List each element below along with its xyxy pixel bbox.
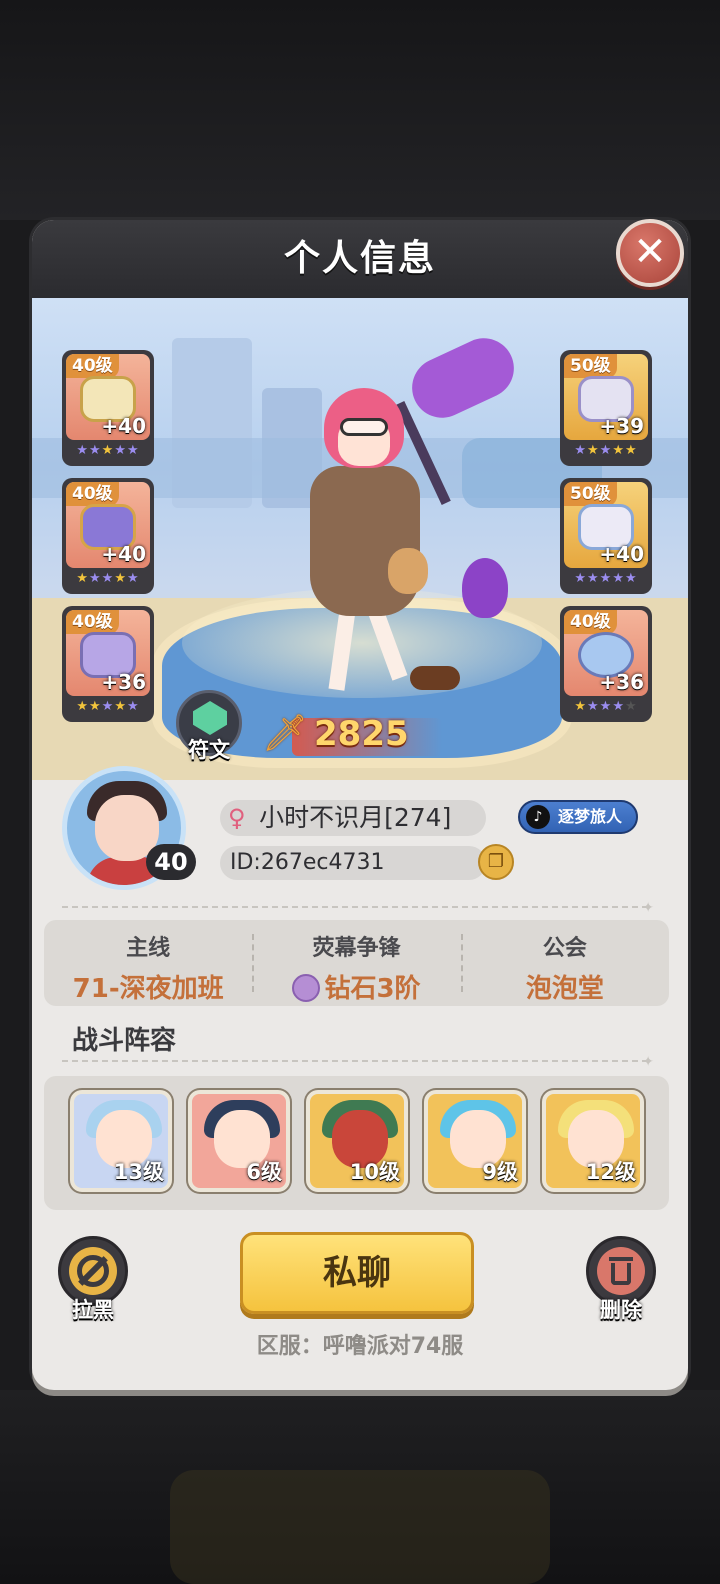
copy-id-button[interactable]: ❐ [478, 844, 514, 880]
backdrop-top [0, 0, 720, 220]
divider: ✦ [62, 1054, 654, 1070]
equipment-slot-pants[interactable]: 50级 +40 ★★★★★ [560, 478, 652, 594]
private-chat-button[interactable]: 私聊 [240, 1232, 474, 1314]
character-model [262, 328, 524, 718]
team-hero-1[interactable]: 13级 [70, 1090, 172, 1192]
delete-label: 删除 [600, 1298, 642, 1322]
team-hero-5[interactable]: 12级 [542, 1090, 644, 1192]
diamond-rank-icon [292, 974, 321, 1002]
backdrop-bottom [0, 1390, 720, 1584]
panel-header: 个人信息 [32, 220, 688, 298]
block-label: 拉黑 [72, 1298, 114, 1322]
stat-guild[interactable]: 公会 泡泡堂 [460, 920, 669, 1006]
server-info: 区服：呼噜派对74服 [256, 1334, 464, 1359]
close-button[interactable]: ✕ [616, 219, 684, 287]
equipment-slot-accessory[interactable]: 40级 +36 ★★★★★ [560, 606, 652, 722]
team-hero-2[interactable]: 6级 [188, 1090, 290, 1192]
stat-arena[interactable]: 荧幕争锋 钻石3阶 [252, 920, 460, 1006]
tiktok-icon: ♪ [526, 805, 550, 829]
copy-icon: ❐ [487, 851, 505, 872]
title-badge[interactable]: ♪ 逐梦旅人 [518, 800, 638, 834]
combat-power: 🗡 2825 [262, 712, 442, 762]
equipment-slot-bracer[interactable]: 40级 +40 ★★★★★ [62, 478, 154, 594]
player-name-field: ♀ 小时不识月[274] [220, 800, 486, 836]
team-hero-4[interactable]: 9级 [424, 1090, 526, 1192]
green-gem-icon [193, 701, 227, 735]
team-title: 战斗阵容 [72, 1026, 177, 1056]
sword-icon: 🗡 [262, 713, 308, 754]
title-badge-label: 逐梦旅人 [558, 807, 623, 826]
player-level: 40 [146, 844, 196, 880]
combat-power-value: 2825 [314, 714, 409, 754]
panel-title: 个人信息 [283, 238, 436, 279]
equipment-slot-jacket[interactable]: 50级 +39 ★★★★★ [560, 350, 652, 466]
female-icon: ♀ [228, 804, 246, 832]
stats-bar: 主线 71-深夜加班 荧幕争锋 钻石3阶 公会 泡泡堂 [44, 920, 669, 1006]
rune-label: 符文 [188, 738, 230, 762]
block-icon [69, 1247, 117, 1295]
player-id: ID:267ec4731 [220, 846, 486, 880]
player-name: 小时不识月[274] [259, 803, 452, 832]
equipment-slot-shoes[interactable]: 40级 +36 ★★★★★ [62, 606, 154, 722]
close-icon: ✕ [633, 229, 667, 275]
team-hero-3[interactable]: 10级 [306, 1090, 408, 1192]
equipment-slot-helmet[interactable]: 40级 +40 ★★★★★ [62, 350, 154, 466]
battle-lineup: 13级 6级 10级 9级 12级 [44, 1076, 669, 1210]
trash-icon [597, 1247, 645, 1295]
character-scene: 40级 +40 ★★★★★ 40级 +40 ★★★★★ 40级 +36 ★★★★★ 5… [32, 298, 688, 780]
divider: ✦ [62, 900, 654, 916]
stat-mainline[interactable]: 主线 71-深夜加班 [44, 920, 252, 1006]
